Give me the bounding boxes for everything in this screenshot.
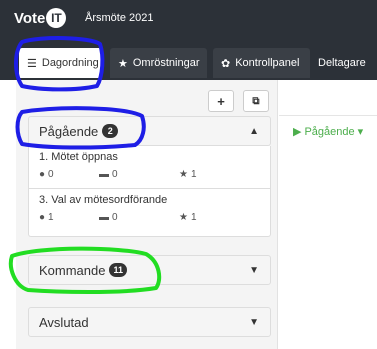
tab-label: Omröstningar [132, 57, 200, 69]
list-icon: ☰ [27, 57, 37, 70]
meeting-title: Årsmöte 2021 [85, 12, 154, 24]
tab-label: Deltagare [318, 57, 366, 69]
count-badge: 2 [102, 124, 119, 138]
panel-title: Pågående [39, 123, 99, 139]
comments-stat: ▬ 0 [99, 169, 179, 180]
agenda-item[interactable]: 3. Val av mötesordförande ● 1 ▬ 0 ★ 1 [28, 189, 271, 237]
main-content [279, 80, 377, 349]
chevron-up-icon: ▲ [249, 125, 259, 137]
chevron-down-icon: ▼ [249, 316, 259, 328]
proposals-count: 0 [48, 169, 54, 180]
tab-label: Kontrollpanel [235, 57, 300, 69]
gear-icon: ✿ [221, 57, 231, 70]
plus-icon: + [217, 93, 225, 109]
panel-ongoing-header[interactable]: Pågående 2 ▲ [28, 116, 271, 146]
polls-count: 1 [190, 169, 197, 180]
caret-down-icon: ▾ [357, 126, 364, 138]
polls-stat: ★ 1 [179, 212, 197, 223]
agenda-item-stats: ● 0 ▬ 0 ★ 1 [39, 169, 260, 180]
exclamation-icon: ● [39, 212, 46, 223]
agenda-item-title: 3. Val av mötesordförande [39, 194, 168, 206]
star-icon: ★ [118, 57, 128, 70]
main-navigation: ☰ Dagordning ★ Omröstningar ✿ Kontrollpa… [0, 46, 377, 80]
panel-title: Kommande [39, 262, 106, 278]
edit-agenda-button[interactable]: ⧉ [243, 90, 269, 112]
add-agenda-item-button[interactable]: + [208, 90, 234, 112]
tab-label: Dagordning [41, 57, 99, 69]
polls-stat: ★ 1 [179, 169, 197, 180]
proposals-stat: ● 1 [39, 212, 99, 223]
edit-icon: ⧉ [252, 95, 260, 107]
proposals-stat: ● 0 [39, 169, 99, 180]
brand-logo-badge: IT [46, 8, 67, 28]
agenda-item-stats: ● 1 ▬ 0 ★ 1 [39, 212, 260, 223]
top-header: Vote IT Årsmöte 2021 [0, 0, 377, 46]
panel-title: Avslutad [39, 314, 89, 330]
status-filter-label: Pågående [304, 125, 355, 138]
star-icon: ★ [179, 212, 188, 223]
exclamation-icon: ● [39, 169, 46, 180]
status-filter-dropdown[interactable]: ▶ Pågående ▾ [293, 125, 364, 139]
panel-closed-header[interactable]: Avslutad ▼ [28, 307, 271, 337]
brand-logo[interactable]: Vote IT [14, 8, 67, 28]
panel-upcoming-header[interactable]: Kommande 11 ▼ [28, 255, 271, 285]
star-icon: ★ [179, 169, 188, 180]
count-badge: 11 [109, 263, 127, 277]
agenda-item-title: 1. Mötet öppnas [39, 151, 118, 163]
tab-deltagare[interactable]: Deltagare [310, 48, 377, 78]
proposals-count: 1 [48, 212, 54, 223]
comment-icon: ▬ [99, 212, 109, 223]
polls-count: 1 [190, 212, 197, 223]
comment-icon: ▬ [99, 169, 109, 180]
tab-kontrollpanel[interactable]: ✿ Kontrollpanel [213, 48, 310, 78]
brand-name: Vote [14, 9, 46, 27]
chevron-down-icon: ▼ [249, 264, 259, 276]
play-icon: ▶ [293, 126, 302, 138]
agenda-item[interactable]: 1. Mötet öppnas ● 0 ▬ 0 ★ 1 [28, 146, 271, 189]
divider [279, 115, 377, 116]
tab-dagordning[interactable]: ☰ Dagordning [19, 48, 102, 78]
comments-stat: ▬ 0 [99, 212, 179, 223]
tab-omrostningar[interactable]: ★ Omröstningar [110, 48, 207, 78]
comments-count: 0 [112, 212, 118, 223]
comments-count: 0 [112, 169, 118, 180]
